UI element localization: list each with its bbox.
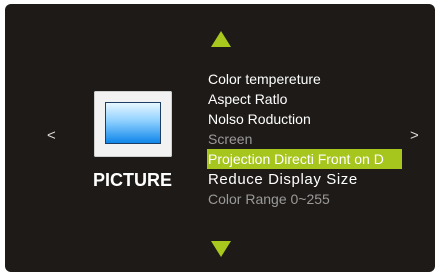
- menu-item-label: Color tempereture: [208, 71, 321, 87]
- menu-item-label: Screen: [208, 131, 253, 147]
- menu-item-label: Projection Directi Front on D: [207, 149, 402, 169]
- next-category-chevron-icon[interactable]: >: [410, 126, 419, 146]
- menu-item-color-temperature[interactable]: Color tempereture: [208, 69, 402, 89]
- menu-item-label: Reduce Display Size: [208, 171, 358, 188]
- menu-item-projection-direction[interactable]: Projection Directi Front on D: [207, 149, 402, 169]
- menu-item-aspect-ratio[interactable]: Aspect Ratlo: [208, 89, 402, 109]
- menu-item-reduce-display-size[interactable]: Reduce Display Size: [208, 169, 402, 189]
- menu-item-label: Nolso Roduction: [208, 111, 311, 127]
- picture-screen-graphic: [105, 102, 161, 144]
- picture-icon: [94, 91, 172, 157]
- menu-item-screen: Screen: [208, 129, 402, 149]
- category-label: PICTURE: [93, 170, 173, 190]
- menu-item-noise-reduction[interactable]: Nolso Roduction: [208, 109, 402, 129]
- menu-item-label: Aspect Ratlo: [208, 91, 288, 107]
- menu-item-label: Color Range 0~255: [208, 191, 330, 207]
- scroll-down-arrow-icon[interactable]: [211, 241, 231, 257]
- picture-menu-list: Color tempereture Aspect Ratlo Nolso Rod…: [207, 69, 402, 209]
- osd-menu-panel: < > PICTURE Color tempereture Aspect Rat…: [5, 4, 435, 272]
- scroll-up-arrow-icon[interactable]: [211, 31, 231, 47]
- previous-category-chevron-icon[interactable]: <: [47, 126, 56, 146]
- menu-item-color-range: Color Range 0~255: [208, 189, 402, 209]
